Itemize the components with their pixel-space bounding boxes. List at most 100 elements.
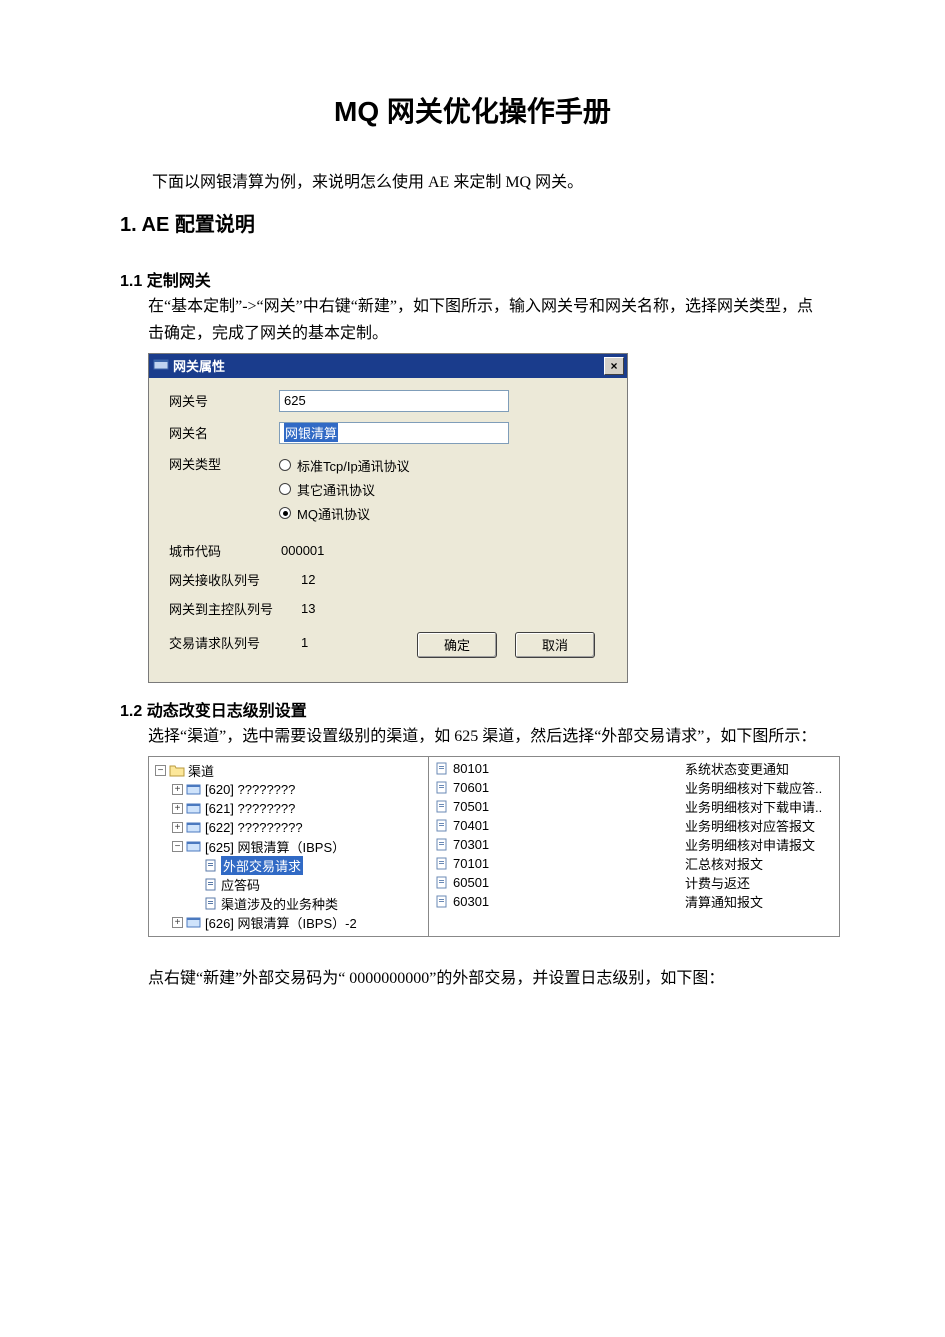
section-1-2-paragraph-2: 点右键“新建”外部交易码为“ 0000000000”的外部交易，并设置日志级别，… xyxy=(148,965,825,992)
tree-label: [622] ????????? xyxy=(205,820,303,835)
list-item[interactable]: 70101 汇总核对报文 xyxy=(435,854,835,873)
tree-node-625-resp[interactable]: 应答码 xyxy=(155,875,424,894)
list-item[interactable]: 80101 系统状态变更通知 xyxy=(435,759,835,778)
tree-pane[interactable]: − 渠道 + [620] ???????? + [6 xyxy=(149,757,429,936)
list-code: 70601 xyxy=(453,780,523,795)
label-gateway-no: 网关号 xyxy=(169,391,279,410)
label-master-queue: 网关到主控队列号 xyxy=(169,599,299,618)
tree-node-625[interactable]: − [625] 网银清算（IBPS） xyxy=(155,837,424,856)
list-name: 汇总核对报文 xyxy=(685,854,835,873)
tree-node-625-ext[interactable]: 外部交易请求 xyxy=(155,856,424,875)
expand-icon[interactable]: + xyxy=(172,784,183,795)
label-city-code: 城市代码 xyxy=(169,541,279,560)
radio-mq[interactable]: MQ通讯协议 xyxy=(279,504,410,523)
expand-icon[interactable]: + xyxy=(172,822,183,833)
list-name: 清算通知报文 xyxy=(685,892,835,911)
channel-icon xyxy=(186,802,202,816)
channel-tree-panel: − 渠道 + [620] ???????? + [6 xyxy=(148,756,840,937)
collapse-icon[interactable]: − xyxy=(172,841,183,852)
input-gateway-no[interactable]: 625 xyxy=(279,390,509,412)
expand-icon[interactable]: + xyxy=(172,803,183,814)
list-item[interactable]: 70501 业务明细核对下载申请.. xyxy=(435,797,835,816)
list-item[interactable]: 70301 业务明细核对申请报文 xyxy=(435,835,835,854)
value-txreq-queue: 1 xyxy=(299,635,308,650)
dialog-titlebar[interactable]: 网关属性 × xyxy=(149,354,627,378)
list-item[interactable]: 70601 业务明细核对下载应答.. xyxy=(435,778,835,797)
radio-other[interactable]: 其它通讯协议 xyxy=(279,480,410,499)
list-name: 系统状态变更通知 xyxy=(685,759,835,778)
file-icon xyxy=(435,819,449,833)
radio-tcp[interactable]: 标准Tcp/Ip通讯协议 xyxy=(279,456,410,475)
list-name: 业务明细核对下载应答.. xyxy=(685,778,835,797)
tree-label: [625] 网银清算（IBPS） xyxy=(205,837,345,856)
tree-label: [621] ???????? xyxy=(205,801,295,816)
expand-icon[interactable]: + xyxy=(172,917,183,928)
radio-label-tcp: 标准Tcp/Ip通讯协议 xyxy=(297,456,410,475)
channel-icon xyxy=(186,821,202,835)
tree-label: 应答码 xyxy=(221,875,260,894)
list-code: 70301 xyxy=(453,837,523,852)
list-item[interactable]: 60301 清算通知报文 xyxy=(435,892,835,911)
doc-icon xyxy=(202,878,218,892)
doc-icon xyxy=(202,897,218,911)
list-code: 70401 xyxy=(453,818,523,833)
close-button[interactable]: × xyxy=(604,357,624,375)
value-city-code: 000001 xyxy=(279,543,324,558)
tree-label: 外部交易请求 xyxy=(221,856,303,875)
intro-paragraph: 下面以网银清算为例，来说明怎么使用 AE 来定制 MQ 网关。 xyxy=(120,170,825,196)
list-code: 70501 xyxy=(453,799,523,814)
file-icon xyxy=(435,838,449,852)
file-icon xyxy=(435,762,449,776)
tree-node-626[interactable]: + [626] 网银清算（IBPS）-2 xyxy=(155,913,424,932)
section-heading-1-1: 1.1 定制网关 xyxy=(120,267,825,291)
tree-node-620[interactable]: + [620] ???????? xyxy=(155,780,424,799)
list-name: 业务明细核对申请报文 xyxy=(685,835,835,854)
file-icon xyxy=(435,800,449,814)
tree-node-621[interactable]: + [621] ???????? xyxy=(155,799,424,818)
list-code: 70101 xyxy=(453,856,523,871)
collapse-icon[interactable]: − xyxy=(155,765,166,776)
channel-icon xyxy=(186,916,202,930)
file-icon xyxy=(435,876,449,890)
radio-label-mq: MQ通讯协议 xyxy=(297,504,370,523)
tree-label: 渠道 xyxy=(188,761,214,780)
radio-icon xyxy=(279,459,291,471)
list-name: 计费与返还 xyxy=(685,873,835,892)
ok-button[interactable]: 确定 xyxy=(417,632,497,658)
dialog-title-text: 网关属性 xyxy=(173,356,225,375)
tree-node-622[interactable]: + [622] ????????? xyxy=(155,818,424,837)
label-gateway-name: 网关名 xyxy=(169,423,279,442)
section-heading-1-2: 1.2 动态改变日志级别设置 xyxy=(120,697,825,721)
value-recv-queue: 12 xyxy=(299,572,315,587)
radio-label-other: 其它通讯协议 xyxy=(297,480,375,499)
section-heading-1: 1. AE 配置说明 xyxy=(120,208,825,237)
list-code: 60501 xyxy=(453,875,523,890)
file-icon xyxy=(435,857,449,871)
tree-label: 渠道涉及的业务种类 xyxy=(221,894,338,913)
page-title: MQ 网关优化操作手册 xyxy=(120,90,825,130)
value-master-queue: 13 xyxy=(299,601,315,616)
list-item[interactable]: 70401 业务明细核对应答报文 xyxy=(435,816,835,835)
label-recv-queue: 网关接收队列号 xyxy=(169,570,299,589)
label-gateway-type: 网关类型 xyxy=(169,454,279,473)
cancel-button[interactable]: 取消 xyxy=(515,632,595,658)
dialog-icon xyxy=(153,357,169,374)
radio-icon xyxy=(279,483,291,495)
list-pane[interactable]: 80101 系统状态变更通知 70601 业务明细核对下载应答.. 70501 … xyxy=(429,757,839,936)
input-gateway-name[interactable]: 网银清算 xyxy=(279,422,509,444)
list-item[interactable]: 60501 计费与返还 xyxy=(435,873,835,892)
list-name: 业务明细核对应答报文 xyxy=(685,816,835,835)
tree-node-root[interactable]: − 渠道 xyxy=(155,761,424,780)
section-1-2-paragraph-1: 选择“渠道”，选中需要设置级别的渠道，如 625 渠道，然后选择“外部交易请求”… xyxy=(148,723,825,750)
tree-label: [626] 网银清算（IBPS）-2 xyxy=(205,913,357,932)
list-name: 业务明细核对下载申请.. xyxy=(685,797,835,816)
list-code: 60301 xyxy=(453,894,523,909)
file-icon xyxy=(435,781,449,795)
folder-icon xyxy=(169,764,185,778)
tree-node-625-biz[interactable]: 渠道涉及的业务种类 xyxy=(155,894,424,913)
file-icon xyxy=(435,895,449,909)
radio-icon xyxy=(279,507,291,519)
label-txreq-queue: 交易请求队列号 xyxy=(169,633,299,652)
channel-icon xyxy=(186,783,202,797)
list-code: 80101 xyxy=(453,761,523,776)
